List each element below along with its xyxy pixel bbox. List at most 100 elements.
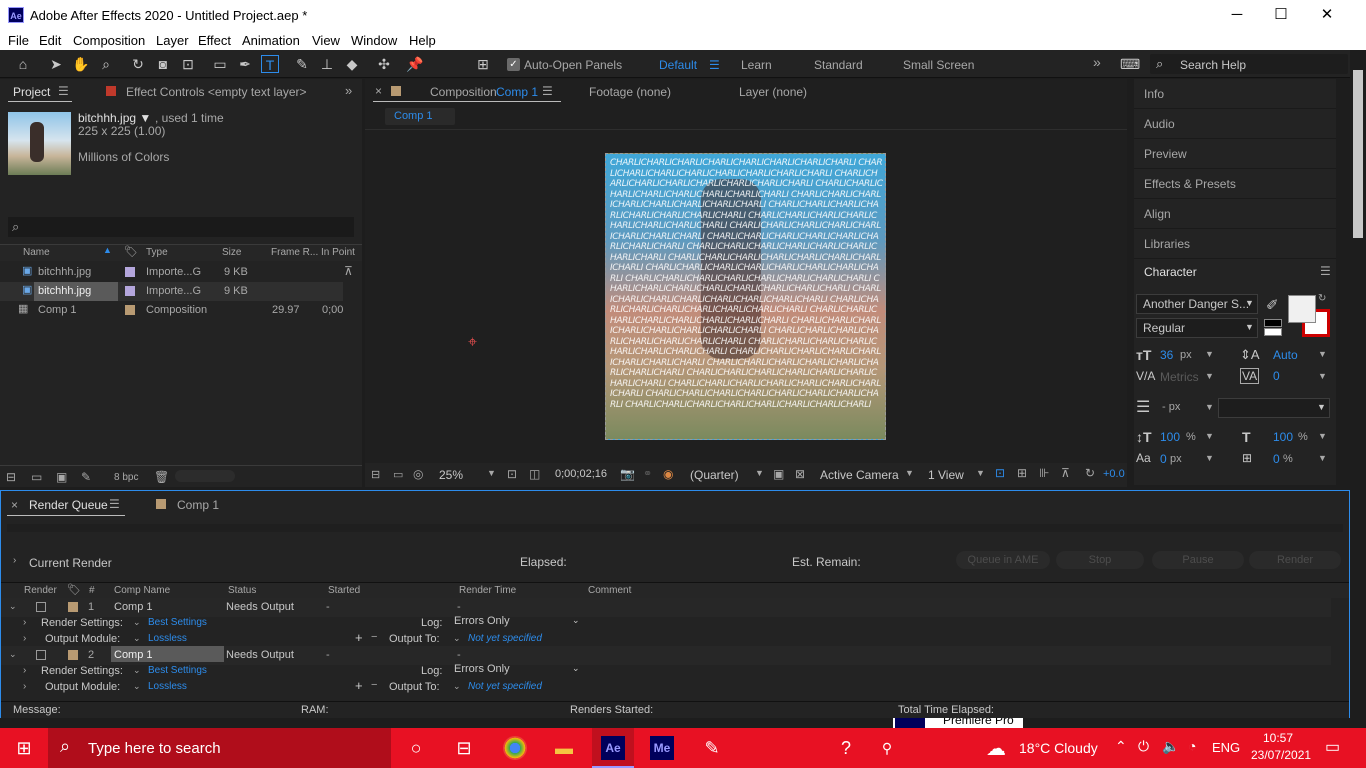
render-checkbox[interactable] bbox=[36, 650, 46, 660]
minimize-button[interactable]: ─ bbox=[1214, 0, 1260, 30]
language-indicator[interactable]: ENG bbox=[1212, 740, 1240, 755]
selection-tool-icon[interactable]: ➤ bbox=[47, 55, 65, 73]
project-row[interactable]: ▣ bitchhh.jpg Importe...G 9 KB ⊼ bbox=[0, 263, 362, 282]
search-help-field[interactable]: ⌕ Search Help bbox=[1150, 54, 1348, 74]
swap-colors-icon[interactable]: ↻ bbox=[1318, 293, 1326, 304]
panel-menu-icon[interactable]: ☰ bbox=[542, 84, 553, 98]
tab-render-queue[interactable]: Render Queue bbox=[29, 498, 108, 512]
chevron-up-icon[interactable]: ⌃ bbox=[1115, 738, 1127, 755]
expand-panels-icon[interactable]: » bbox=[345, 83, 352, 98]
chevron-down-icon[interactable]: ⌄ bbox=[9, 649, 17, 660]
help-icon[interactable]: ? bbox=[834, 736, 858, 760]
chevron-down-icon[interactable]: ⌄ bbox=[9, 601, 17, 612]
wifi-icon[interactable]: ◔ bbox=[1188, 738, 1196, 754]
trash-icon[interactable]: 🗑 bbox=[154, 470, 169, 484]
kerning-value[interactable]: Metrics bbox=[1160, 370, 1199, 384]
chevron-down-icon[interactable]: ⌄ bbox=[133, 665, 141, 676]
white-swatch[interactable] bbox=[1264, 328, 1282, 336]
volume-icon[interactable]: 🔈 bbox=[1162, 738, 1179, 755]
output-to-value[interactable]: Not yet specified bbox=[468, 633, 542, 644]
stop-button[interactable]: Stop bbox=[1056, 551, 1144, 569]
comp-canvas[interactable]: CHARLICHARLICHARLICHARLICHARLICHARLICHAR… bbox=[605, 153, 886, 440]
notifications-icon[interactable]: ▭ bbox=[1325, 737, 1340, 757]
workspace-default[interactable]: Default bbox=[659, 58, 697, 72]
flowchart-icon[interactable]: ⊼ bbox=[1061, 466, 1070, 480]
col-size[interactable]: Size bbox=[222, 247, 241, 258]
file-explorer-icon[interactable]: ▬ bbox=[552, 736, 576, 760]
label-swatch[interactable] bbox=[68, 650, 78, 660]
chevron-right-icon[interactable]: › bbox=[23, 633, 26, 644]
remove-output-module-icon[interactable]: − bbox=[371, 631, 377, 643]
label-swatch[interactable] bbox=[125, 286, 135, 296]
chevron-down-icon[interactable]: ⌄ bbox=[133, 633, 141, 644]
reset-exposure-icon[interactable]: ↻ bbox=[1085, 466, 1095, 480]
panel-preview[interactable]: Preview bbox=[1134, 139, 1336, 169]
weather-text[interactable]: 18°C Cloudy bbox=[1019, 740, 1098, 756]
puppet-pin-tool-icon[interactable]: 📌 bbox=[406, 55, 424, 73]
tab-composition-name[interactable]: Comp 1 bbox=[496, 85, 538, 99]
vr-icon[interactable]: ◎ bbox=[413, 467, 423, 481]
exposure-value[interactable]: +0.0 bbox=[1103, 468, 1125, 480]
fit-icon[interactable]: ⊡ bbox=[507, 467, 517, 481]
label-swatch[interactable] bbox=[125, 305, 135, 315]
timeline-icon[interactable]: ⊪ bbox=[1039, 466, 1049, 480]
tracking-value[interactable]: 0 bbox=[1273, 369, 1280, 383]
media-encoder-icon[interactable]: Me bbox=[650, 736, 674, 760]
chevron-down-icon[interactable]: ▼ bbox=[1318, 349, 1327, 359]
label-column-icon[interactable]: 🏷 bbox=[124, 245, 138, 258]
clock-time[interactable]: 10:57 bbox=[1263, 731, 1293, 745]
task-view-icon[interactable]: ⊟ bbox=[452, 736, 476, 760]
new-composition-icon[interactable]: ▣ bbox=[56, 470, 67, 484]
hand-tool-icon[interactable]: ✋ bbox=[72, 55, 90, 73]
menu-help[interactable]: Help bbox=[409, 33, 436, 48]
label-column-icon[interactable]: 🏷 bbox=[67, 583, 81, 596]
chevron-down-icon[interactable]: ▼ bbox=[1205, 402, 1214, 412]
tab-layer[interactable]: Layer (none) bbox=[739, 85, 807, 99]
snapping-icon[interactable]: ⊞ bbox=[474, 55, 492, 73]
output-to-value[interactable]: Not yet specified bbox=[468, 681, 542, 692]
toggle-pixel-aspect-icon[interactable]: ⊡ bbox=[995, 466, 1005, 480]
timecode-display[interactable]: 0;00;02;16 bbox=[555, 468, 607, 480]
chevron-down-icon[interactable]: ▼ bbox=[1205, 453, 1214, 463]
pan-behind-tool-icon[interactable]: ⊡ bbox=[179, 55, 197, 73]
menu-edit[interactable]: Edit bbox=[39, 33, 61, 48]
leading-value[interactable]: Auto bbox=[1273, 348, 1298, 362]
render-button[interactable]: Render bbox=[1249, 551, 1341, 569]
workspace-menu-icon[interactable]: ☰ bbox=[709, 58, 720, 72]
col-type[interactable]: Type bbox=[146, 247, 168, 258]
font-style-dropdown[interactable]: Regular ▼ bbox=[1136, 318, 1258, 338]
baseline-shift-value[interactable]: 0 bbox=[1160, 452, 1167, 466]
comp-navigator-tab[interactable]: Comp 1 bbox=[385, 108, 455, 125]
chevron-right-icon[interactable]: › bbox=[23, 665, 26, 676]
item-comp-name[interactable]: Comp 1 bbox=[114, 601, 153, 613]
thumbnail-slider[interactable] bbox=[175, 470, 235, 482]
new-folder-icon[interactable]: ▭ bbox=[31, 470, 42, 484]
tab-effect-controls[interactable]: Effect Controls <empty text layer> bbox=[126, 85, 307, 99]
taskbar-after-effects[interactable]: Ae bbox=[592, 728, 634, 768]
brush-tool-icon[interactable]: ✎ bbox=[293, 55, 311, 73]
close-tab-icon[interactable]: × bbox=[11, 498, 18, 512]
anchor-point-icon[interactable]: ⌖ bbox=[468, 334, 477, 352]
thumb-file-name[interactable]: bitchhh.jpg ▼ bbox=[78, 111, 151, 125]
fill-color-swatch-front[interactable] bbox=[1288, 295, 1316, 323]
rotate-tool-icon[interactable]: ↻ bbox=[129, 55, 147, 73]
menu-animation[interactable]: Animation bbox=[242, 33, 300, 48]
people-icon[interactable]: ⚲ bbox=[875, 736, 899, 760]
power-icon[interactable]: ⏻ bbox=[1138, 738, 1149, 755]
col-render[interactable]: Render bbox=[24, 585, 57, 596]
eraser-tool-icon[interactable]: ◆ bbox=[343, 55, 361, 73]
clone-stamp-tool-icon[interactable]: ⊥ bbox=[318, 55, 336, 73]
col-comment[interactable]: Comment bbox=[588, 585, 631, 596]
panel-menu-icon[interactable]: ☰ bbox=[1320, 264, 1331, 278]
panel-menu-icon[interactable]: ☰ bbox=[109, 497, 120, 511]
stroke-style-dropdown[interactable]: ▼ bbox=[1218, 398, 1330, 418]
project-search-input[interactable]: ⌕ bbox=[8, 217, 354, 237]
label-swatch[interactable] bbox=[125, 267, 135, 277]
add-output-module-icon[interactable]: + bbox=[355, 630, 363, 645]
project-row[interactable]: ▦ Comp 1 Composition 29.97 0;00 bbox=[0, 301, 362, 320]
panel-libraries[interactable]: Libraries bbox=[1134, 229, 1336, 259]
chrome-icon[interactable] bbox=[503, 736, 527, 760]
transparency-grid-icon[interactable]: ⊠ bbox=[795, 467, 805, 481]
queue-in-ame-button[interactable]: Queue in AME bbox=[956, 551, 1050, 569]
render-settings-value[interactable]: Best Settings bbox=[148, 617, 207, 628]
